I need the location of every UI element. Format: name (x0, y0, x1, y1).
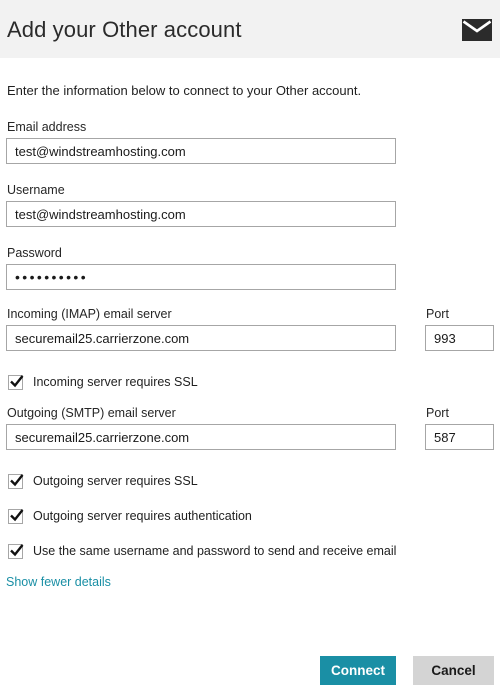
incoming-port-input[interactable] (425, 325, 494, 351)
incoming-ssl-checkbox-row[interactable]: Incoming server requires SSL (8, 373, 198, 391)
outgoing-ssl-label: Outgoing server requires SSL (33, 474, 198, 488)
dialog-body: Enter the information below to connect t… (0, 58, 500, 690)
outgoing-server-input[interactable] (6, 424, 396, 450)
email-address-label: Email address (7, 120, 87, 134)
mail-envelope-icon (462, 19, 492, 41)
cancel-button[interactable]: Cancel (413, 656, 494, 685)
show-fewer-details-link[interactable]: Show fewer details (6, 575, 111, 589)
connect-button[interactable]: Connect (320, 656, 396, 685)
incoming-ssl-label: Incoming server requires SSL (33, 375, 198, 389)
outgoing-auth-label: Outgoing server requires authentication (33, 509, 252, 523)
checkbox-checked-icon[interactable] (8, 374, 24, 390)
same-credentials-label: Use the same username and password to se… (33, 544, 397, 558)
password-label: Password (7, 246, 62, 260)
password-input[interactable] (6, 264, 396, 290)
same-credentials-checkbox-row[interactable]: Use the same username and password to se… (8, 542, 396, 560)
page-title: Add your Other account (7, 17, 242, 42)
outgoing-port-input[interactable] (425, 424, 494, 450)
incoming-port-label: Port (426, 307, 449, 321)
incoming-server-label: Incoming (IMAP) email server (7, 307, 172, 321)
dialog-header: Add your Other account (0, 0, 500, 58)
checkbox-checked-icon[interactable] (8, 543, 24, 559)
outgoing-server-label: Outgoing (SMTP) email server (7, 406, 176, 420)
outgoing-port-label: Port (426, 406, 449, 420)
username-input[interactable] (6, 201, 396, 227)
checkbox-checked-icon[interactable] (8, 508, 24, 524)
username-label: Username (7, 183, 65, 197)
outgoing-auth-checkbox-row[interactable]: Outgoing server requires authentication (8, 507, 252, 525)
intro-text: Enter the information below to connect t… (7, 83, 362, 98)
checkbox-checked-icon[interactable] (8, 473, 24, 489)
email-address-input[interactable] (6, 138, 396, 164)
outgoing-ssl-checkbox-row[interactable]: Outgoing server requires SSL (8, 472, 198, 490)
incoming-server-input[interactable] (6, 325, 396, 351)
